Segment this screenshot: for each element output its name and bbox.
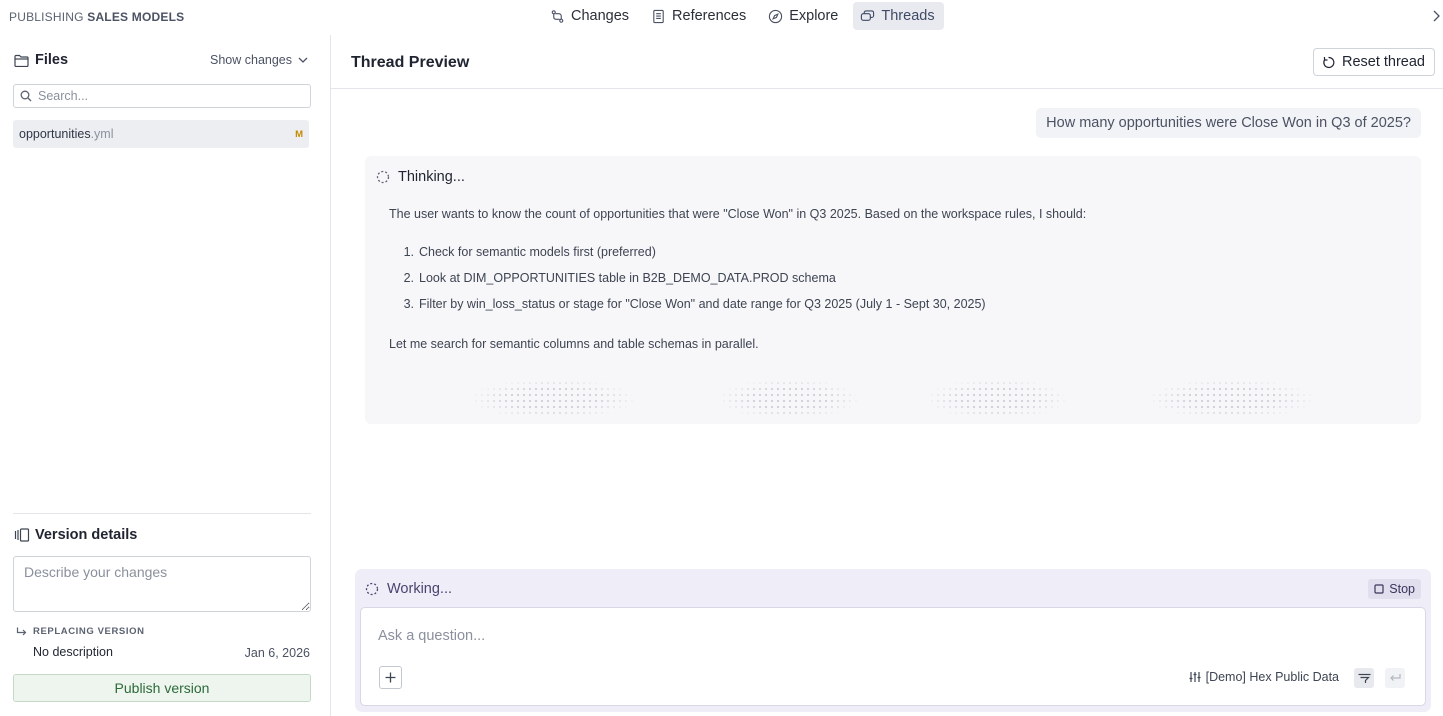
search-icon	[20, 90, 32, 102]
tab-threads-label: Threads	[881, 8, 935, 24]
file-name: opportunities	[19, 127, 91, 141]
tab-references[interactable]: References	[644, 2, 755, 30]
folder-icon	[14, 54, 29, 67]
breadcrumb-prefix: PUBLISHING	[9, 10, 84, 24]
document-icon	[653, 9, 664, 23]
replacing-version-date: Jan 6, 2026	[244, 646, 310, 660]
question-box: [Demo] Hex Public Data	[360, 607, 1426, 706]
step-text: Filter by win_loss_status or stage for "…	[419, 297, 986, 311]
question-input[interactable]	[378, 628, 1378, 644]
filter-button[interactable]	[1354, 668, 1374, 688]
send-button[interactable]	[1385, 668, 1405, 688]
replacing-version-description: No description	[33, 645, 113, 659]
tab-changes-label: Changes	[571, 8, 630, 24]
chevron-down-icon	[298, 57, 308, 63]
chevron-right-icon[interactable]	[1431, 8, 1441, 24]
thinking-card: Thinking... The user wants to know the c…	[365, 156, 1421, 424]
thinking-steps: 1. Check for semantic models first (prefe…	[389, 245, 986, 323]
filter-icon	[1358, 673, 1370, 683]
thinking-header: Thinking...	[376, 169, 465, 185]
reset-thread-button[interactable]: Reset thread	[1312, 48, 1435, 76]
spinner-icon	[376, 170, 390, 184]
loading-dots	[473, 380, 633, 418]
thinking-status: Thinking...	[398, 169, 465, 185]
threads-icon	[861, 9, 875, 21]
files-header: Files	[14, 52, 68, 68]
reset-thread-label: Reset thread	[1341, 54, 1425, 70]
datasource-label: [Demo] Hex Public Data	[1205, 670, 1339, 684]
step-text: Look at DIM_OPPORTUNITIES table in B2B_D…	[419, 271, 836, 285]
version-details-title: Version details	[35, 527, 138, 543]
compass-icon	[769, 9, 783, 23]
replacing-version-label: REPLACING VERSION	[16, 626, 145, 637]
thinking-intro: The user wants to know the count of oppo…	[389, 207, 1087, 221]
breadcrumb-project: SALES MODELS	[87, 10, 185, 24]
working-label: Working...	[387, 581, 453, 597]
user-message: How many opportunities were Close Won in…	[1036, 108, 1421, 138]
version-details-header: Version details	[14, 527, 137, 543]
publish-version-button[interactable]: Publish version	[13, 674, 311, 702]
corner-arrow-icon	[16, 627, 27, 635]
add-attachment-button[interactable]	[379, 666, 402, 689]
tab-explore[interactable]: Explore	[761, 2, 847, 30]
refresh-icon	[1323, 56, 1335, 68]
page-title: Thread Preview	[351, 54, 470, 71]
thread-preview-panel: Thread Preview Reset thread How many opp…	[331, 35, 1443, 716]
stop-button[interactable]: Stop	[1368, 579, 1421, 599]
file-item-opportunities[interactable]: opportunities .yml M	[13, 120, 309, 148]
datasource-selector[interactable]: [Demo] Hex Public Data	[1189, 670, 1339, 684]
thinking-outro: Let me search for semantic columns and t…	[389, 337, 759, 351]
file-extension: .yml	[90, 127, 114, 141]
tab-explore-label: Explore	[789, 8, 839, 24]
working-status: Working...	[365, 581, 452, 597]
show-changes-label: Show changes	[210, 53, 293, 67]
search-input[interactable]	[38, 89, 298, 103]
tab-threads[interactable]: Threads	[853, 2, 944, 30]
list-item: 1. Check for semantic models first (prefe…	[389, 245, 986, 271]
files-title: Files	[35, 52, 69, 68]
spinner-icon	[365, 582, 379, 596]
tab-changes[interactable]: Changes	[543, 2, 638, 30]
list-item: 3. Filter by win_loss_status or stage for…	[389, 297, 986, 323]
file-sidebar: Files Show changes opportunities.yml M V…	[0, 35, 331, 716]
enter-icon	[1390, 674, 1401, 681]
loading-dots	[929, 380, 1065, 418]
tab-references-label: References	[672, 8, 747, 24]
file-search	[13, 84, 311, 108]
replacing-version-text: REPLACING VERSION	[33, 626, 145, 637]
plus-icon	[385, 672, 396, 683]
modified-badge: M	[295, 128, 303, 140]
chat-composer: Working... Stop [Demo] Hex Public Data	[355, 569, 1431, 712]
top-bar: PUBLISHING SALES MODELS Changes Referenc…	[0, 0, 1443, 34]
stop-icon	[1374, 584, 1384, 594]
versions-icon	[14, 528, 30, 542]
breadcrumb: PUBLISHING SALES MODELS	[9, 10, 184, 24]
step-text: Check for semantic models first (preferr…	[419, 245, 656, 259]
divider	[13, 513, 311, 514]
git-compare-icon	[551, 9, 564, 23]
list-item: 2. Look at DIM_OPPORTUNITIES table in B2B…	[389, 271, 986, 297]
loading-dots	[721, 380, 857, 418]
version-description-field[interactable]	[13, 556, 311, 612]
main-nav: Changes References Explore Threads	[543, 2, 944, 30]
loading-dots	[1151, 380, 1311, 418]
sliders-icon	[1189, 672, 1201, 682]
stop-label: Stop	[1389, 582, 1415, 596]
panel-header: Thread Preview Reset thread	[331, 35, 1443, 89]
show-changes-dropdown[interactable]: Show changes	[210, 53, 308, 67]
